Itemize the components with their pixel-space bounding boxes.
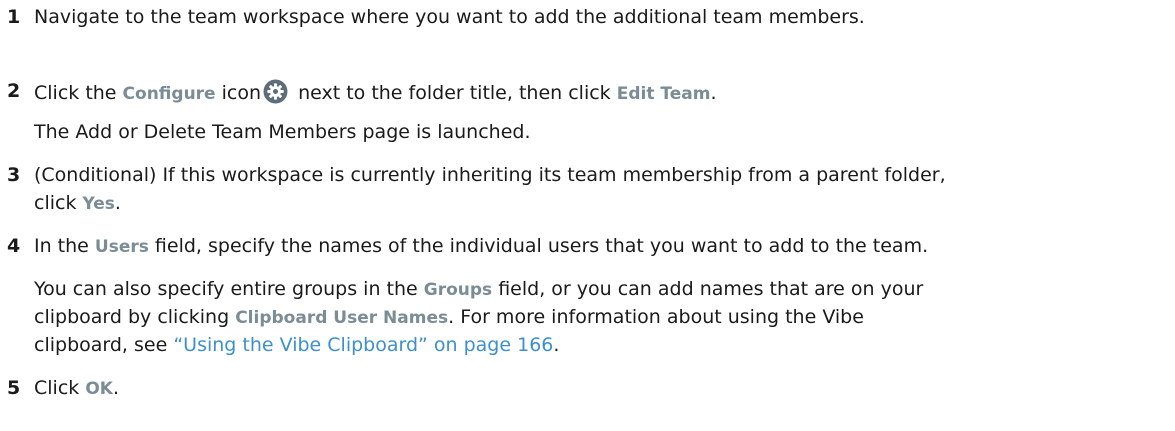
ui-term-groups: Groups xyxy=(423,280,493,300)
text-run: You can also specify entire groups in th… xyxy=(34,278,424,300)
procedure-steps: 1 Navigate to the team workspace where y… xyxy=(0,0,1175,431)
step-text: Click the Configure icon next to the fol… xyxy=(34,79,716,106)
text-run: field, or you can add names that are on … xyxy=(492,278,924,300)
step-number: 3 xyxy=(7,164,21,186)
text-run: . xyxy=(553,334,560,356)
step-number: 1 xyxy=(7,6,21,28)
note-text: clipboard, see “Using the Vibe Clipboard… xyxy=(34,333,559,357)
gear-icon xyxy=(263,79,288,104)
text-run: Click xyxy=(34,377,86,399)
step-result-text: The Add or Delete Team Members page is l… xyxy=(34,121,531,143)
step-number: 5 xyxy=(7,377,21,399)
step-number: 4 xyxy=(7,235,21,257)
ui-term-ok: OK xyxy=(85,379,113,399)
text-run: field, specify the names of the individu… xyxy=(148,235,929,257)
ui-term-configure: Configure xyxy=(122,84,216,104)
text-run: . xyxy=(710,82,717,104)
step-text-cont: click Yes. xyxy=(34,191,121,216)
text-run: In the xyxy=(34,235,95,257)
step-text: Click OK. xyxy=(34,376,119,401)
text-run: clipboard by clicking xyxy=(34,306,236,328)
note-text: You can also specify entire groups in th… xyxy=(34,277,923,302)
step-text: In the Users field, specify the names of… xyxy=(34,234,928,259)
ui-term-yes: Yes xyxy=(82,194,115,214)
text-run: Click the xyxy=(34,82,123,104)
ui-term-clipboard-user-names: Clipboard User Names xyxy=(235,308,449,328)
text-run: . xyxy=(114,192,121,214)
text-run: click xyxy=(34,192,83,214)
step-text: (Conditional) If this workspace is curre… xyxy=(34,164,946,186)
text-run: clipboard, see xyxy=(34,334,174,356)
step-number: 2 xyxy=(7,80,21,102)
text-run: next to the folder title, then click xyxy=(292,82,617,104)
ui-term-users: Users xyxy=(94,237,149,257)
text-run: . xyxy=(112,377,119,399)
cross-reference-link[interactable]: “Using the Vibe Clipboard” on page 166 xyxy=(173,334,553,356)
note-text: clipboard by clicking Clipboard User Nam… xyxy=(34,305,864,330)
text-run: . For more information about using the V… xyxy=(448,306,864,328)
text-run: icon xyxy=(215,82,262,104)
ui-term-edit-team: Edit Team xyxy=(616,84,711,104)
step-text: Navigate to the team workspace where you… xyxy=(34,6,865,28)
